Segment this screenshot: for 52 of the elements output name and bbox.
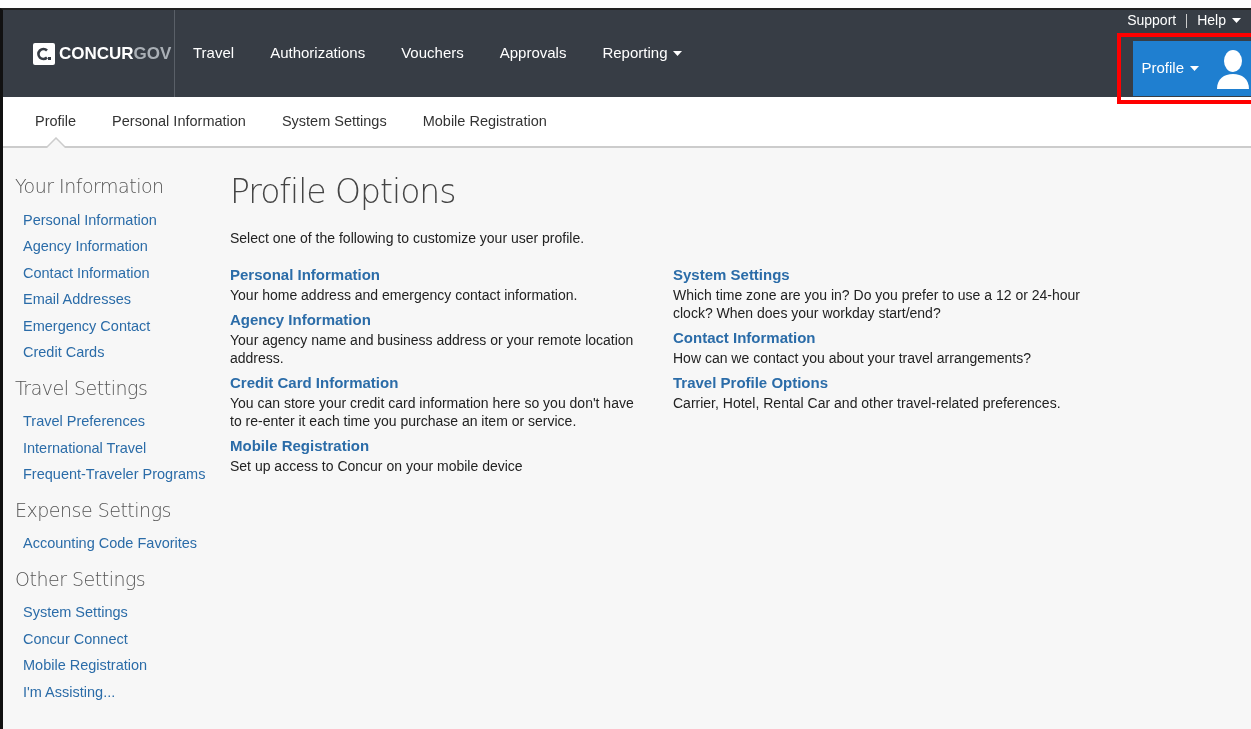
sidebar-link[interactable]: I'm Assisting... bbox=[15, 678, 215, 705]
tab[interactable]: System Settings bbox=[263, 97, 405, 146]
logo-icon bbox=[33, 42, 55, 65]
profile-button[interactable]: Profile bbox=[1133, 41, 1251, 96]
section-heading: Your Information bbox=[15, 174, 165, 199]
sidebar-link[interactable]: Personal Information bbox=[15, 206, 215, 233]
sidebar-link[interactable]: Accounting Code Favorites bbox=[15, 530, 215, 557]
sidebar-link[interactable]: Contact Information bbox=[15, 259, 215, 286]
option-link[interactable]: Mobile Registration bbox=[230, 436, 370, 455]
sidebar-link[interactable]: Mobile Registration bbox=[15, 652, 215, 679]
nav-link[interactable]: Vouchers bbox=[383, 10, 482, 97]
caret-icon bbox=[1190, 66, 1199, 71]
sidebar-link[interactable]: International Travel bbox=[15, 434, 215, 461]
sidebar-link[interactable]: Emergency Contact bbox=[15, 312, 215, 339]
caret-icon bbox=[673, 51, 683, 56]
caret-icon bbox=[1232, 18, 1241, 23]
option-description: Your home address and emergency contact information. bbox=[230, 285, 579, 304]
section-heading: Expense Settings bbox=[15, 497, 172, 523]
option-description: Your agency name and business address or your remote location address. bbox=[230, 330, 635, 367]
sidebar-link[interactable]: Agency Information bbox=[15, 233, 215, 260]
intro-text: Select one of the following to customize your user profile. bbox=[230, 228, 586, 248]
option-link[interactable]: Agency Information bbox=[230, 310, 371, 329]
option-link[interactable]: Personal Information bbox=[230, 265, 381, 284]
sidebar-link[interactable]: System Settings bbox=[15, 599, 215, 626]
option-description: Carrier, Hotel, Rental Car and other travel-related preferences. bbox=[673, 393, 1062, 412]
avatar-icon bbox=[1215, 48, 1251, 89]
option-link[interactable]: Contact Information bbox=[673, 328, 816, 347]
sidebar-link[interactable]: Email Addresses bbox=[15, 286, 215, 313]
sidebar-link[interactable]: Travel Preferences bbox=[15, 408, 215, 435]
tab[interactable]: Personal Information bbox=[94, 97, 264, 146]
option-link[interactable]: Travel Profile Options bbox=[673, 373, 829, 392]
nav-link[interactable]: Travel bbox=[175, 10, 253, 97]
sidebar-link[interactable]: Frequent-Traveler Programs bbox=[15, 461, 215, 488]
sidebar-link[interactable]: Concur Connect bbox=[15, 625, 215, 652]
section-heading: Travel Settings bbox=[15, 375, 149, 401]
section-heading: Other Settings bbox=[15, 566, 147, 592]
option-link[interactable]: Credit Card Information bbox=[230, 373, 399, 392]
help-menu[interactable]: Help bbox=[1187, 10, 1251, 31]
nav-link[interactable]: Authorizations bbox=[252, 10, 384, 97]
nav-link[interactable]: Reporting bbox=[584, 10, 701, 97]
option-link[interactable]: System Settings bbox=[673, 265, 790, 284]
page-title: Profile Options bbox=[230, 172, 457, 212]
option-description: Which time zone are you in? Do you prefer to use a 12 or 24-hour clock? When does your workday start/end? bbox=[673, 285, 1081, 322]
sidebar-link[interactable]: Credit Cards bbox=[15, 339, 215, 366]
nav-link[interactable]: Approvals bbox=[481, 10, 585, 97]
tab[interactable]: Profile bbox=[17, 97, 95, 146]
option-description: Set up access to Concur on your mobile device bbox=[230, 456, 524, 475]
header-link[interactable]: Support bbox=[1117, 10, 1187, 31]
logo-text[interactable]: CONCURGOV bbox=[59, 40, 172, 67]
option-description: How can we contact you about your travel arrangements? bbox=[673, 348, 1032, 367]
tab[interactable]: Mobile Registration bbox=[404, 97, 565, 146]
option-description: You can store your credit card information here so you don't have to re-enter it each time you purchase an item or service. bbox=[230, 393, 635, 430]
